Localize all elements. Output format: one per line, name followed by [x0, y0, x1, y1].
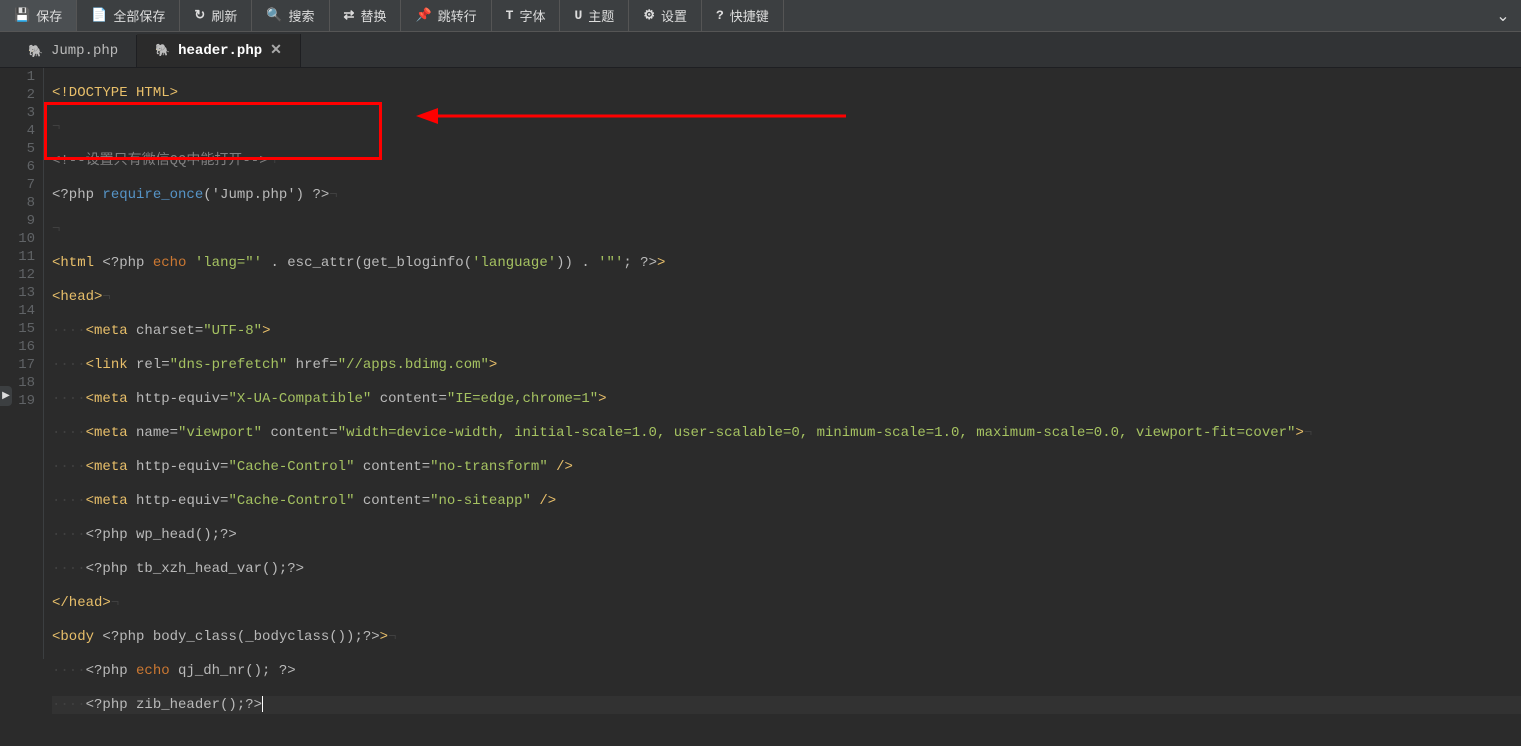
- save-all-button[interactable]: 📄 全部保存: [77, 0, 180, 31]
- code-line[interactable]: ····<link rel="dns-prefetch" href="//app…: [52, 356, 1521, 374]
- line-number: 13: [0, 284, 43, 302]
- code-line[interactable]: ····<meta charset="UTF-8">: [52, 322, 1521, 340]
- refresh-button[interactable]: ↻ 刷新: [180, 0, 252, 31]
- toolbar-spacer: [784, 0, 1485, 31]
- goto-line-button[interactable]: 📌 跳转行: [401, 0, 491, 31]
- save-all-icon: 📄: [91, 8, 107, 23]
- code-line[interactable]: ¬: [52, 118, 1521, 136]
- line-number: 3: [0, 104, 43, 122]
- line-number: 1: [0, 68, 43, 86]
- tab-label: Jump.php: [51, 43, 118, 59]
- toolbar-label: 设置: [661, 6, 687, 25]
- collapse-toggle[interactable]: ⌄: [1485, 0, 1521, 31]
- help-icon: ?: [716, 8, 724, 23]
- text-cursor: [262, 696, 263, 712]
- toolbar-label: 跳转行: [438, 6, 477, 25]
- side-panel-expand-handle[interactable]: ▶: [0, 386, 12, 406]
- line-number: 4: [0, 122, 43, 140]
- code-line[interactable]: ····<?php wp_head();?>: [52, 526, 1521, 544]
- code-line[interactable]: ····<meta http-equiv="Cache-Control" con…: [52, 458, 1521, 476]
- line-number: 12: [0, 266, 43, 284]
- pin-icon: 📌: [415, 8, 431, 23]
- code-area[interactable]: <!DOCTYPE HTML> ¬ <!--设置只有微信QQ中能打开-->¬ <…: [44, 68, 1521, 659]
- line-number: 7: [0, 176, 43, 194]
- code-line[interactable]: </head>¬: [52, 594, 1521, 612]
- code-line[interactable]: ····<meta name="viewport" content="width…: [52, 424, 1521, 442]
- line-number: 5: [0, 140, 43, 158]
- toolbar-label: 快捷键: [730, 6, 769, 25]
- shortcuts-button[interactable]: ? 快捷键: [702, 0, 784, 31]
- search-button[interactable]: 🔍 搜索: [252, 0, 329, 31]
- refresh-icon: ↻: [194, 8, 205, 23]
- replace-button[interactable]: ⇄ 替换: [330, 0, 402, 31]
- toolbar-label: 主题: [588, 6, 614, 25]
- toolbar-label: 替换: [360, 6, 386, 25]
- code-line[interactable]: <body <?php body_class(_bodyclass());?>>…: [52, 628, 1521, 646]
- line-number: 6: [0, 158, 43, 176]
- code-editor[interactable]: 12345678910111213141516171819 <!DOCTYPE …: [0, 68, 1521, 659]
- php-file-icon: 🐘: [155, 43, 170, 58]
- code-line[interactable]: ····<meta http-equiv="Cache-Control" con…: [52, 492, 1521, 510]
- tab-label: header.php: [178, 43, 262, 59]
- font-icon: T: [506, 8, 514, 23]
- code-line[interactable]: ····<?php zib_header();?>: [52, 696, 1521, 714]
- line-number: 11: [0, 248, 43, 266]
- php-file-icon: 🐘: [28, 44, 43, 59]
- line-number: 9: [0, 212, 43, 230]
- chevron-right-icon: ▶: [2, 390, 10, 402]
- code-line[interactable]: ····<?php tb_xzh_head_var();?>: [52, 560, 1521, 578]
- replace-icon: ⇄: [344, 8, 355, 23]
- tabs: 🐘 Jump.php 🐘 header.php ✕: [0, 32, 1521, 68]
- line-number: 2: [0, 86, 43, 104]
- font-button[interactable]: T 字体: [492, 0, 561, 31]
- toolbar-label: 搜索: [289, 6, 315, 25]
- toolbar-label: 字体: [519, 6, 545, 25]
- code-line[interactable]: <head>¬: [52, 288, 1521, 306]
- tab-header-php[interactable]: 🐘 header.php ✕: [137, 34, 301, 67]
- toolbar-label: 全部保存: [113, 6, 165, 25]
- gear-icon: ⚙: [643, 8, 655, 23]
- code-line[interactable]: <!DOCTYPE HTML>: [52, 84, 1521, 102]
- code-line[interactable]: <!--设置只有微信QQ中能打开-->¬: [52, 152, 1521, 170]
- line-number: 15: [0, 320, 43, 338]
- code-line[interactable]: ····<?php echo qj_dh_nr(); ?>: [52, 662, 1521, 680]
- theme-icon: U: [574, 8, 582, 23]
- line-number: 17: [0, 356, 43, 374]
- code-line[interactable]: <?php require_once('Jump.php') ?>¬: [52, 186, 1521, 204]
- line-number: 16: [0, 338, 43, 356]
- line-number: 8: [0, 194, 43, 212]
- chevron-down-icon: ⌄: [1496, 6, 1509, 26]
- save-button[interactable]: 💾 保存: [0, 0, 77, 31]
- toolbar-label: 保存: [36, 6, 62, 25]
- settings-button[interactable]: ⚙ 设置: [629, 0, 702, 31]
- code-line[interactable]: <html <?php echo 'lang="' . esc_attr(get…: [52, 254, 1521, 272]
- code-line[interactable]: ····<meta http-equiv="X-UA-Compatible" c…: [52, 390, 1521, 408]
- search-icon: 🔍: [266, 8, 282, 23]
- close-icon[interactable]: ✕: [270, 42, 282, 59]
- line-number-gutter: 12345678910111213141516171819: [0, 68, 44, 659]
- line-number: 10: [0, 230, 43, 248]
- toolbar: 💾 保存 📄 全部保存 ↻ 刷新 🔍 搜索 ⇄ 替换 📌 跳转行 T 字体 U …: [0, 0, 1521, 32]
- save-icon: 💾: [14, 8, 30, 23]
- code-line[interactable]: ¬: [52, 220, 1521, 238]
- toolbar-label: 刷新: [211, 6, 237, 25]
- line-number: 14: [0, 302, 43, 320]
- tab-jump-php[interactable]: 🐘 Jump.php: [10, 35, 137, 67]
- theme-button[interactable]: U 主题: [560, 0, 629, 31]
